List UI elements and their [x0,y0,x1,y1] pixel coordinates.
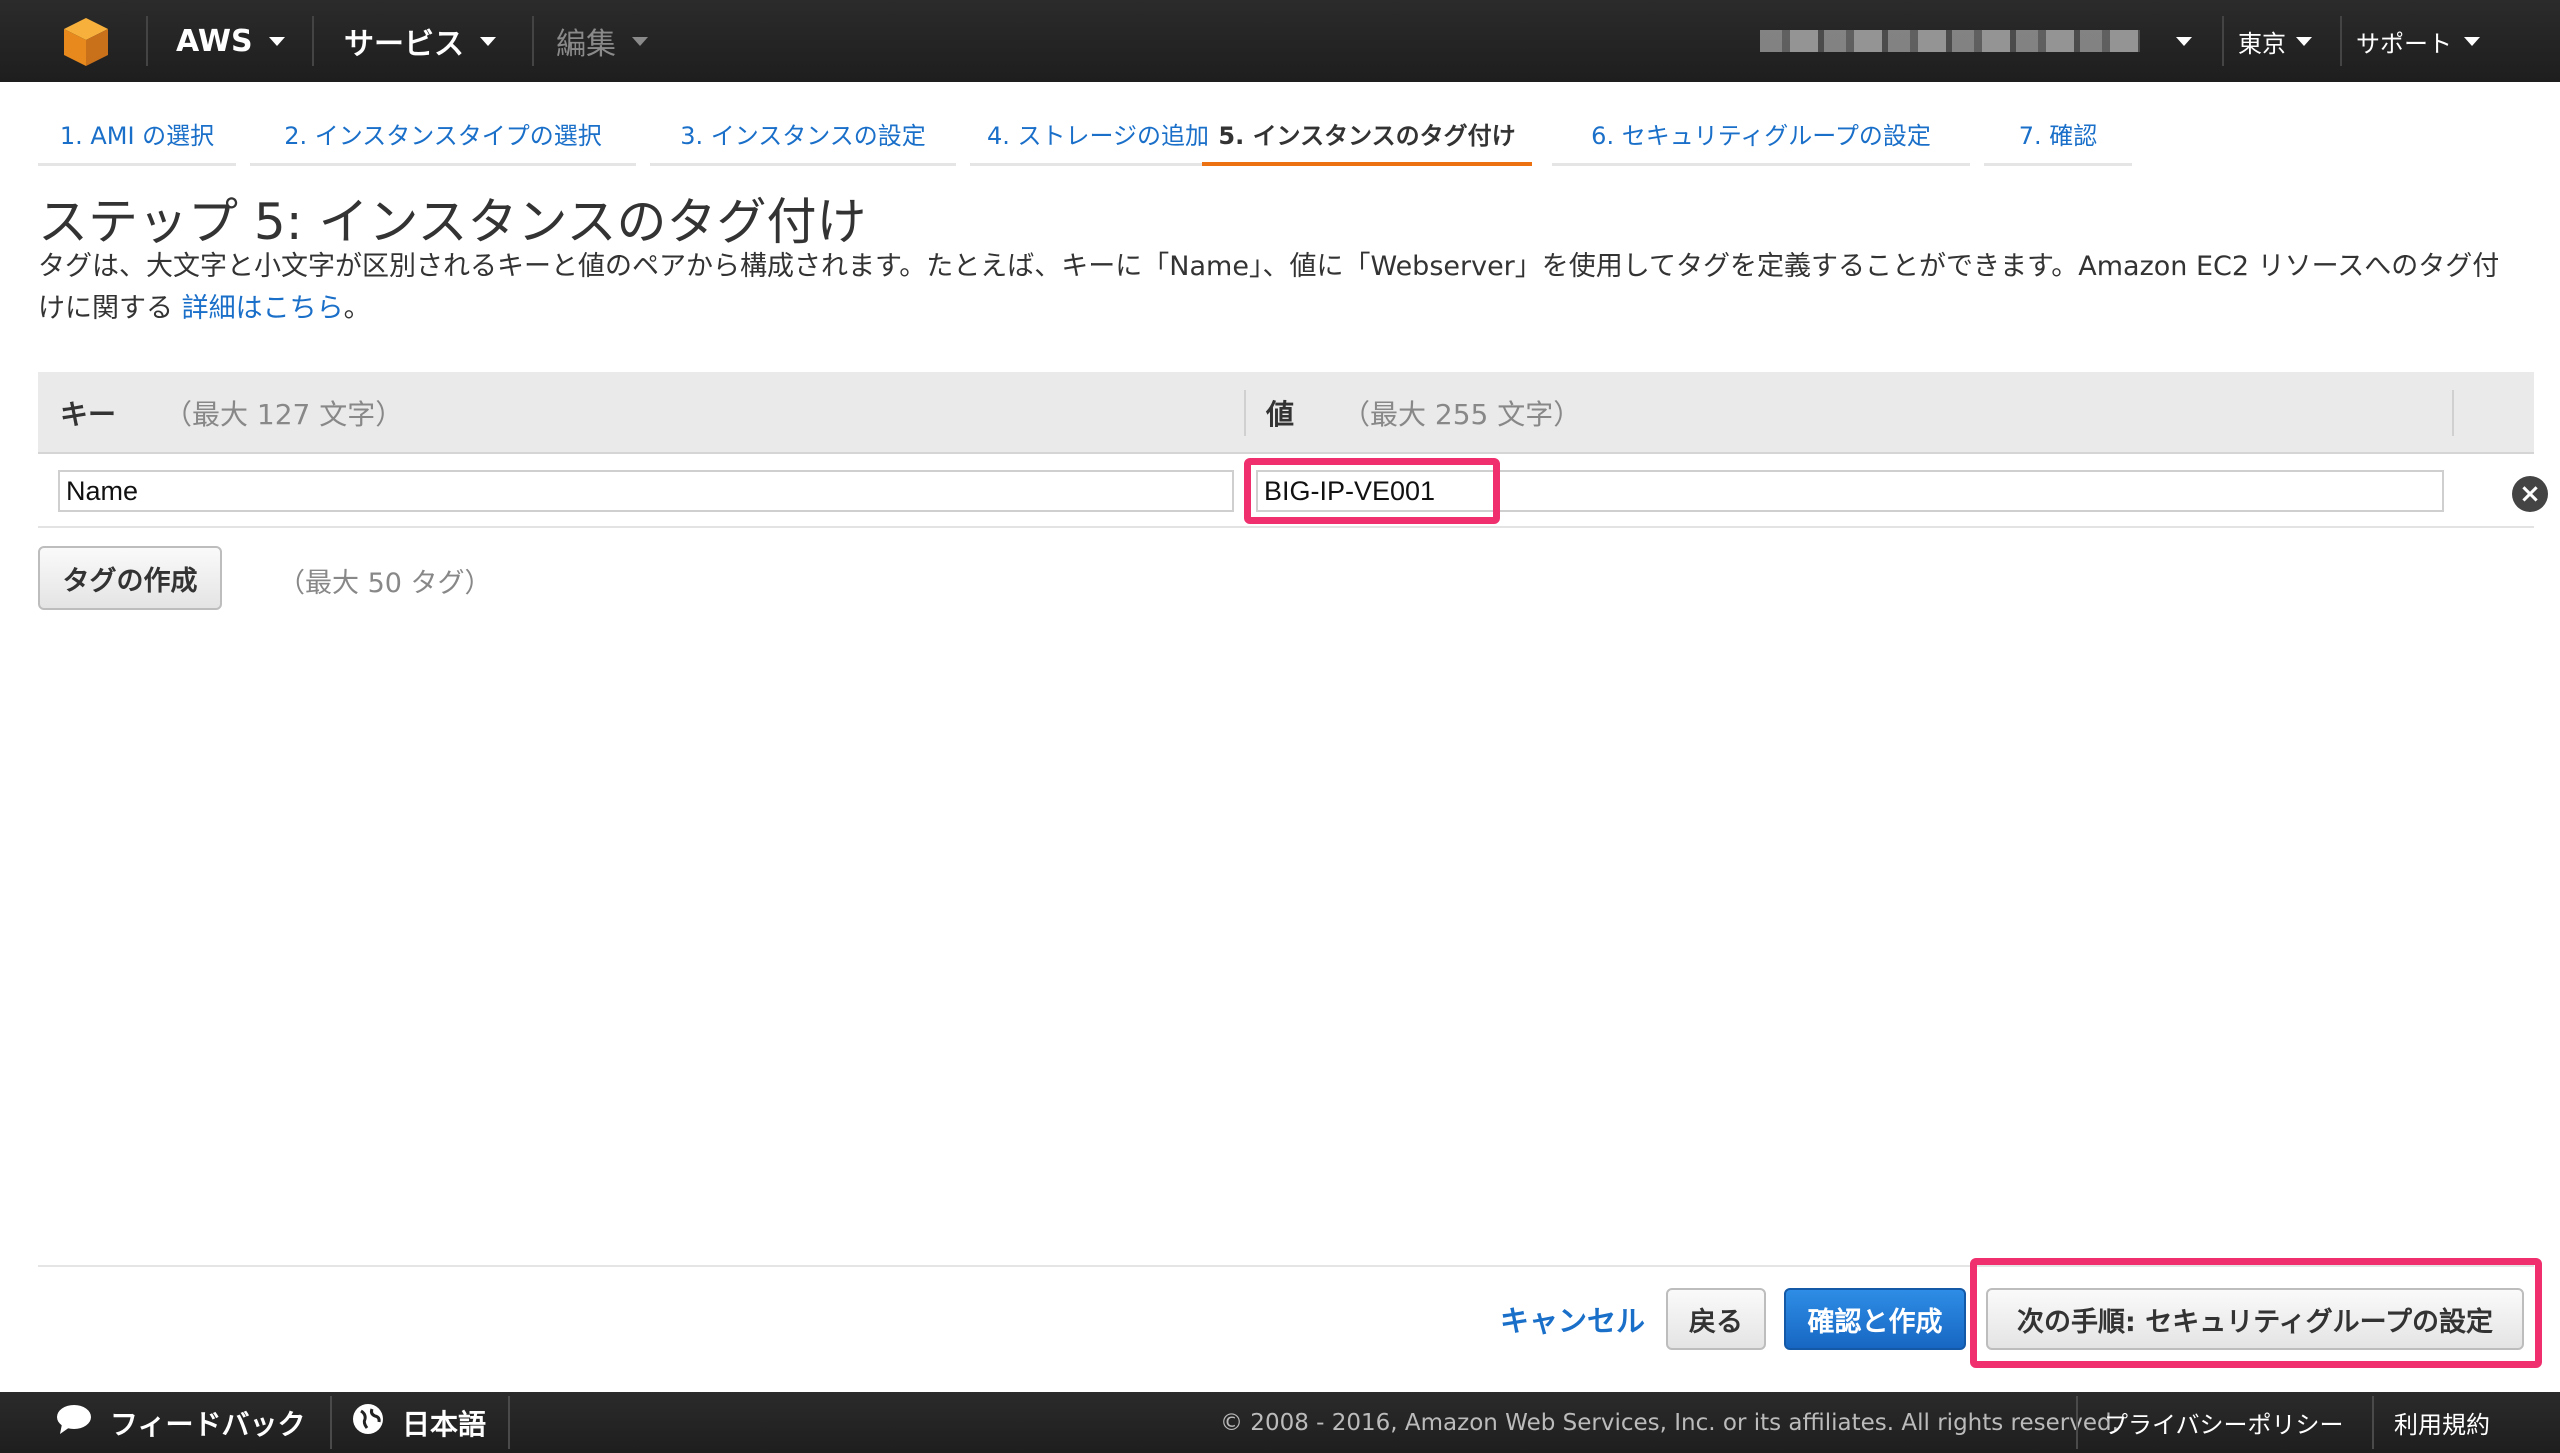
tab-label: 1. AMI の選択 [59,122,215,150]
add-tag-button[interactable]: タグの作成 [38,546,222,610]
value-column-header: 値 （最大 255 文字） [1266,372,1581,454]
nav-separator [146,16,148,66]
tab-label: 5. インスタンスのタグ付け [1218,122,1516,150]
description-text: タグは、大文字と小文字が区別されるキーと値のペアから構成されます。たとえば、キー… [38,251,2500,324]
tab-label: 2. インスタンスタイプの選択 [284,122,602,150]
page-description: タグは、大文字と小文字が区別されるキーと値のペアから構成されます。たとえば、キー… [38,246,2518,330]
top-navigation-bar: AWS サービス 編集 東京 サポート [0,0,2560,82]
tab-instance-config[interactable]: 3. インスタンスの設定 [650,108,956,166]
value-highlight-box [1244,458,1500,524]
account-menu-caret[interactable] [2176,0,2192,82]
nav-separator [2222,16,2224,66]
region-menu-label: 東京 [2238,29,2286,58]
nav-separator [2340,16,2342,66]
chevron-down-icon [268,36,285,46]
nav-separator [532,16,534,66]
column-separator [2452,390,2454,436]
tab-security-group[interactable]: 6. セキュリティグループの設定 [1552,108,1970,166]
tab-label: 3. インスタンスの設定 [680,122,926,150]
privacy-policy-link[interactable]: プライバシーポリシー [2104,1392,2344,1453]
region-menu[interactable]: 東京 [2238,0,2312,82]
edit-menu[interactable]: 編集 [556,0,648,82]
back-button[interactable]: 戻る [1666,1288,1766,1350]
key-column-header: キー （最大 127 文字） [60,372,403,454]
page-title: ステップ 5: インスタンスのタグ付け [38,193,867,251]
chevron-down-icon [2464,36,2480,46]
globe-icon [352,1403,384,1442]
next-security-group-button[interactable]: 次の手順: セキュリティグループの設定 [1986,1288,2524,1350]
tab-add-storage[interactable]: 4. ストレージの追加 [970,108,1226,166]
terms-link[interactable]: 利用規約 [2394,1392,2490,1453]
footer-separator [330,1396,332,1449]
language-label: 日本語 [402,1407,487,1441]
tag-table-header: キー （最大 127 文字） 値 （最大 255 文字） [38,372,2534,454]
add-tag-hint: （最大 50 タグ） [278,568,492,599]
tab-ami-selection[interactable]: 1. AMI の選択 [38,108,236,166]
footer-separator [508,1396,510,1449]
tab-label: 4. ストレージの追加 [986,122,1210,150]
tab-label: 7. 確認 [2018,122,2098,150]
column-separator [1244,390,1246,436]
tab-tag-instance[interactable]: 5. インスタンスのタグ付け [1202,108,1532,166]
services-menu-label: サービス [344,27,464,62]
tab-review[interactable]: 7. 確認 [1984,108,2132,166]
table-row: Name BIG-IP-VE001 × [38,456,2548,528]
remove-tag-icon[interactable]: × [2512,476,2548,512]
description-end: 。 [343,293,371,324]
footer-separator [2372,1396,2374,1449]
chevron-down-icon [632,36,648,46]
tab-instance-type[interactable]: 2. インスタンスタイプの選択 [250,108,636,166]
chevron-down-icon [2176,36,2192,46]
speech-bubble-icon [56,1404,92,1441]
services-menu[interactable]: サービス [344,0,496,82]
copyright-text: © 2008 - 2016, Amazon Web Services, Inc.… [1220,1409,2119,1436]
cancel-link[interactable]: キャンセル [1500,1298,1645,1340]
tag-key-input[interactable]: Name [58,470,1234,512]
chevron-down-icon [2296,36,2312,46]
value-header-hint: （最大 255 文字） [1342,398,1582,431]
aws-cube-logo-icon[interactable] [58,14,114,70]
support-menu-label: サポート [2356,29,2452,58]
support-menu[interactable]: サポート [2356,0,2480,82]
chevron-down-icon [480,36,496,46]
review-launch-button[interactable]: 確認と作成 [1784,1288,1966,1350]
nav-separator [312,16,314,66]
key-header-label: キー [60,398,117,431]
aws-menu[interactable]: AWS [176,0,285,82]
key-header-hint: （最大 127 文字） [164,398,404,431]
footer-separator [2076,1396,2078,1449]
account-name-blurred[interactable] [1760,30,2140,52]
feedback-button[interactable]: フィードバック [56,1392,305,1453]
tab-label: 6. セキュリティグループの設定 [1591,122,1931,150]
edit-menu-label: 編集 [556,27,616,62]
language-selector[interactable]: 日本語 [352,1392,486,1453]
bottom-bar: フィードバック 日本語 © 2008 - 2016, Amazon Web Se… [0,1392,2560,1453]
aws-menu-label: AWS [176,23,253,59]
value-header-label: 値 [1266,398,1295,431]
details-link[interactable]: 詳細はこちら [182,293,344,324]
feedback-label: フィードバック [110,1407,306,1441]
